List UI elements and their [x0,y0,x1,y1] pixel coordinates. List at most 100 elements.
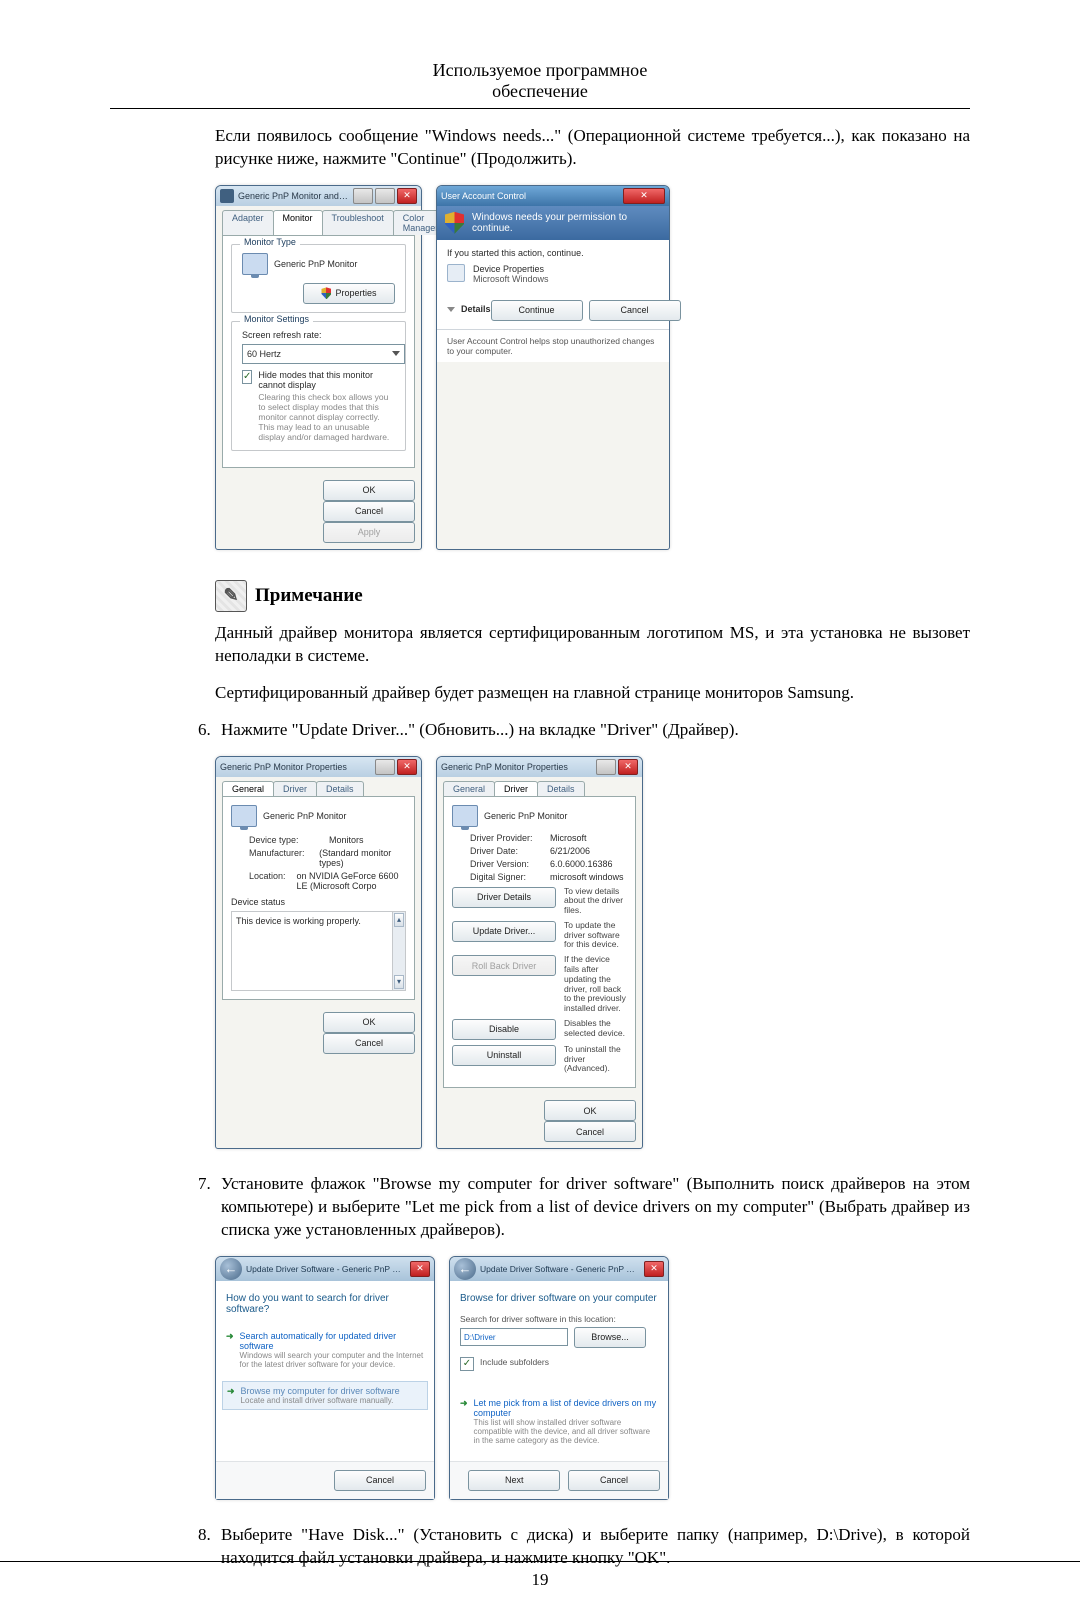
back-icon[interactable]: ← [220,1258,242,1280]
close-icon[interactable] [623,188,665,204]
option-main: Let me pick from a list of device driver… [474,1398,658,1418]
cancel-button[interactable]: Cancel [589,300,681,321]
drv-desc: If the device fails after updating the d… [564,955,627,1014]
close-icon[interactable] [397,188,417,204]
close-icon[interactable] [410,1261,430,1277]
help-icon[interactable] [596,759,616,775]
driver-details-button[interactable]: Driver Details [452,887,556,908]
ok-button[interactable]: OK [323,480,415,501]
ok-button[interactable]: OK [544,1100,636,1121]
group-title-type: Monitor Type [240,237,300,247]
cancel-button[interactable]: Cancel [568,1470,660,1491]
dialog-titlebar[interactable]: Generic PnP Monitor Properties [437,757,642,777]
refresh-rate-select[interactable]: 60 Hertz [242,344,405,364]
monitor-settings-dialog: Generic PnP Monitor and NVIDIA GeForce 6… [215,185,422,550]
group-title-settings: Monitor Settings [240,314,313,324]
scroll-down-icon[interactable]: ▾ [394,975,404,989]
wizard-titlebar[interactable]: ← Update Driver Software - Generic PnP M… [216,1257,434,1281]
shield-icon [445,212,464,234]
option-sub: This list will show installed driver sof… [474,1418,658,1445]
refresh-rate-label: Screen refresh rate: [242,330,395,340]
tab-general[interactable]: General [222,781,274,796]
cancel-button[interactable]: Cancel [544,1121,636,1142]
dialog-titlebar[interactable]: Generic PnP Monitor Properties [216,757,421,777]
drv-desc: To uninstall the driver (Advanced). [564,1045,627,1074]
uac-publisher: Microsoft Windows [473,274,549,284]
monitor-name: Generic PnP Monitor [274,259,357,269]
hide-modes-label: Hide modes that this monitor cannot disp… [258,370,395,390]
arrow-icon: ➜ [460,1398,468,1445]
tab-general[interactable]: General [443,781,495,796]
update-driver-button[interactable]: Update Driver... [452,921,556,942]
cancel-button[interactable]: Cancel [334,1470,426,1491]
details-label[interactable]: Details [461,304,491,314]
option-main: Browse my computer for driver software [241,1386,400,1396]
steps-list: Нажмите "Update Driver..." (Обновить...)… [180,719,970,742]
page-header: Используемое программное обеспечение [110,60,970,109]
chevron-down-icon[interactable] [447,307,455,312]
dialog-titlebar[interactable]: Generic PnP Monitor and NVIDIA GeForce 6… [216,186,421,206]
kv-key: Manufacturer: [249,848,319,868]
uac-dialog: User Account Control Windows needs your … [436,185,670,550]
minimize-icon[interactable] [353,188,373,204]
option-auto-search[interactable]: ➜ Search automatically for updated drive… [226,1331,424,1369]
kv-key: Location: [249,871,296,891]
hide-modes-checkbox[interactable]: ✓ [242,370,252,384]
tab-monitor[interactable]: Monitor [273,210,323,235]
cancel-button[interactable]: Cancel [323,1033,415,1054]
next-button[interactable]: Next [468,1470,560,1491]
device-name: Generic PnP Monitor [263,811,346,821]
tab-adapter[interactable]: Adapter [222,210,274,235]
tab-details[interactable]: Details [316,781,364,796]
location-input[interactable]: D:\Driver [460,1328,568,1346]
continue-button[interactable]: Continue [491,300,583,321]
rollback-driver-button[interactable]: Roll Back Driver [452,955,556,976]
kv-val: on NVIDIA GeForce 6600 LE (Microsoft Cor… [296,871,406,891]
option-browse-computer[interactable]: ➜ Browse my computer for driver software… [222,1381,428,1410]
scrollbar[interactable]: ▴ ▾ [392,912,405,990]
shield-icon [321,287,331,299]
uac-titlebar[interactable]: User Account Control [437,186,669,206]
driver-properties-general: Generic PnP Monitor Properties General D… [215,756,422,1149]
kv-val: (Standard monitor types) [319,848,406,868]
option-let-me-pick[interactable]: ➜ Let me pick from a list of device driv… [460,1398,658,1445]
device-name: Generic PnP Monitor [484,811,567,821]
group-monitor-type: Monitor Type Generic PnP Monitor Propert… [231,244,406,313]
kv-key: Driver Date: [470,846,550,856]
tab-driver[interactable]: Driver [273,781,317,796]
tab-troubleshoot[interactable]: Troubleshoot [322,210,394,235]
include-subfolders-checkbox[interactable]: ✓ [460,1357,474,1371]
refresh-rate-value: 60 Hertz [247,349,281,359]
tab-driver[interactable]: Driver [494,781,538,796]
device-status-box: This device is working properly. ▴ ▾ [231,911,406,991]
wizard-titlebar[interactable]: ← Update Driver Software - Generic PnP M… [450,1257,668,1281]
maximize-icon[interactable] [375,188,395,204]
kv-key: Digital Signer: [470,872,550,882]
pencil-icon [215,580,247,612]
close-icon[interactable] [618,759,638,775]
properties-button[interactable]: Properties [303,283,395,304]
scroll-up-icon[interactable]: ▴ [394,913,404,927]
tab-details[interactable]: Details [537,781,585,796]
back-icon[interactable]: ← [454,1258,476,1280]
page-footer: 19 [0,1561,1080,1590]
kv-val: microsoft windows [550,872,624,882]
help-icon[interactable] [375,759,395,775]
close-icon[interactable] [397,759,417,775]
apply-button[interactable]: Apply [323,522,415,543]
page-number: 19 [532,1570,549,1589]
cancel-button[interactable]: Cancel [323,501,415,522]
drv-desc: Disables the selected device. [564,1019,627,1039]
figure-row-3: ← Update Driver Software - Generic PnP M… [215,1256,970,1500]
close-icon[interactable] [644,1261,664,1277]
ok-button[interactable]: OK [323,1012,415,1033]
uac-banner: Windows needs your permission to continu… [437,206,669,240]
intro-paragraph: Если появилось сообщение "Windows needs.… [110,125,970,171]
arrow-icon: ➜ [226,1331,234,1369]
wizard-title: Update Driver Software - Generic PnP Mon… [246,1264,406,1274]
note-heading: Примечание [215,580,970,612]
uninstall-button[interactable]: Uninstall [452,1045,556,1066]
disable-button[interactable]: Disable [452,1019,556,1040]
note-p2: Сертифицированный драйвер будет размещен… [215,682,970,705]
browse-button[interactable]: Browse... [574,1327,646,1348]
